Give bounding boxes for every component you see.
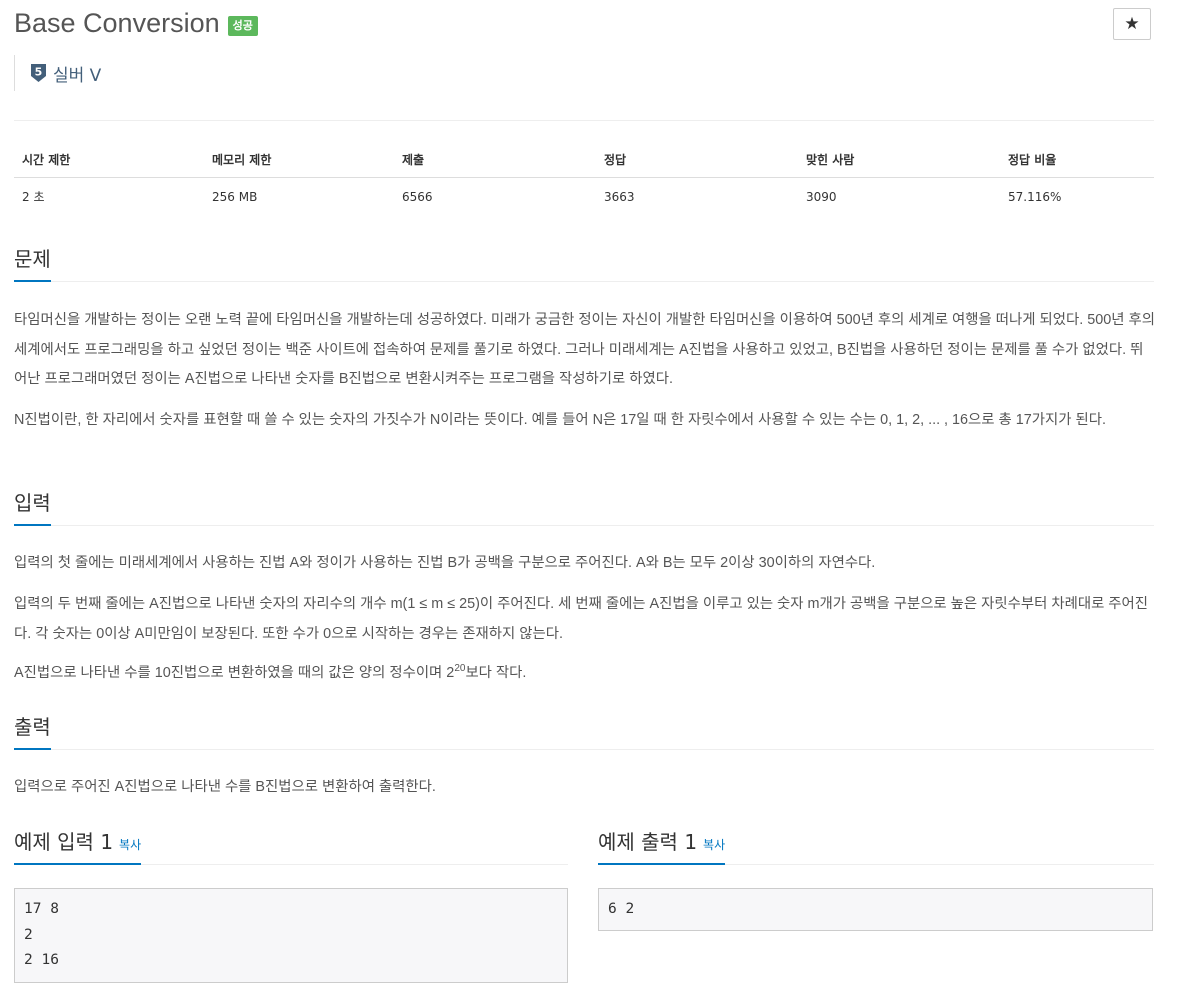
solved-users-value: 3090 (806, 189, 837, 204)
status-badge: 성공 (227, 15, 258, 36)
sample-input-title-wrap: 예제 입력 1 복사 (14, 826, 142, 865)
time-limit-header: 시간 제한 (14, 143, 204, 178)
problem-description-1: 타임머신을 개발하는 정이는 오랜 노력 끝에 타임머신을 개발하는데 성공하였… (14, 312, 1155, 387)
solved-users-header: 맞힌 사람 (798, 143, 1000, 178)
page-title: Base Conversion (14, 8, 220, 38)
input-description-1: 입력의 첫 줄에는 미래세계에서 사용하는 진법 A와 정이가 사용하는 진법 … (14, 555, 876, 571)
sample-output-title: 예제 출력 1 (598, 830, 698, 854)
problem-heading: 문제 (14, 243, 51, 282)
input-description-2: 입력의 두 번째 줄에는 A진법으로 나타낸 숫자의 자리수의 개수 m(1 ≤… (14, 596, 1149, 642)
input-description-3-text: A진법으로 나타낸 수를 10진법으로 변환하였을 때의 값은 양의 정수이며 … (14, 665, 455, 681)
sample-input-title: 예제 입력 1 (14, 830, 114, 854)
output-section-heading: 출력 (14, 711, 1154, 750)
memory-limit-value: 256 MB (212, 189, 258, 204)
accepted-header: 정답 (596, 143, 798, 178)
sample-output-heading: 예제 출력 1 복사 (598, 826, 1154, 865)
favorite-star-button[interactable]: ★ (1113, 8, 1151, 40)
tier-link[interactable]: 실버 V (53, 61, 101, 86)
input-section-heading: 입력 (14, 487, 1154, 526)
accept-ratio-header: 정답 비율 (1000, 143, 1154, 178)
info-header-row: 시간 제한 메모리 제한 제출 정답 맞힌 사람 정답 비율 (14, 143, 1154, 178)
sample-input-box[interactable]: 17 8 2 2 16 (14, 888, 568, 983)
submissions-header: 제출 (394, 143, 596, 178)
sample-output-box[interactable]: 6 2 (598, 888, 1153, 931)
accept-ratio-value: 57.116% (1008, 189, 1062, 204)
input-heading: 입력 (14, 487, 51, 526)
title-row: Base Conversion 성공 (14, 8, 258, 39)
input-description-3: A진법으로 나타낸 수를 10진법으로 변환하였을 때의 값은 양의 정수이며 … (14, 659, 1156, 689)
problem-page: Base Conversion 성공 ★ 5 실버 V 시간 제한 메모리 제한… (0, 0, 1182, 991)
memory-limit-header: 메모리 제한 (204, 143, 394, 178)
silver-tier-icon: 5 (31, 64, 46, 82)
output-description: 입력으로 주어진 A진법으로 나타낸 수를 B진법으로 변환하여 출력한다. (14, 779, 436, 795)
problem-section-heading: 문제 (14, 243, 1154, 282)
input-description-3-tail: 보다 작다. (465, 665, 527, 681)
copy-sample-input-button[interactable]: 복사 (119, 838, 141, 852)
tier-number: 5 (35, 66, 43, 79)
problem-info-table: 시간 제한 메모리 제한 제출 정답 맞힌 사람 정답 비율 2 초 256 M… (14, 143, 1154, 214)
accepted-value: 3663 (604, 189, 635, 204)
copy-sample-output-button[interactable]: 복사 (703, 838, 725, 852)
sample-output-title-wrap: 예제 출력 1 복사 (598, 826, 726, 865)
sample-input-heading: 예제 입력 1 복사 (14, 826, 568, 865)
time-limit-value: 2 초 (22, 190, 45, 204)
exponent: 20 (454, 663, 466, 675)
problem-description-2: N진법이란, 한 자리에서 숫자를 표현할 때 쓸 수 있는 숫자의 가짓수가 … (14, 412, 1106, 428)
star-icon: ★ (1124, 14, 1140, 34)
divider (14, 120, 1154, 121)
info-value-row: 2 초 256 MB 6566 3663 3090 57.116% (14, 178, 1154, 215)
output-heading: 출력 (14, 711, 51, 750)
tier-info: 5 실버 V (14, 55, 101, 91)
submissions-value: 6566 (402, 189, 433, 204)
